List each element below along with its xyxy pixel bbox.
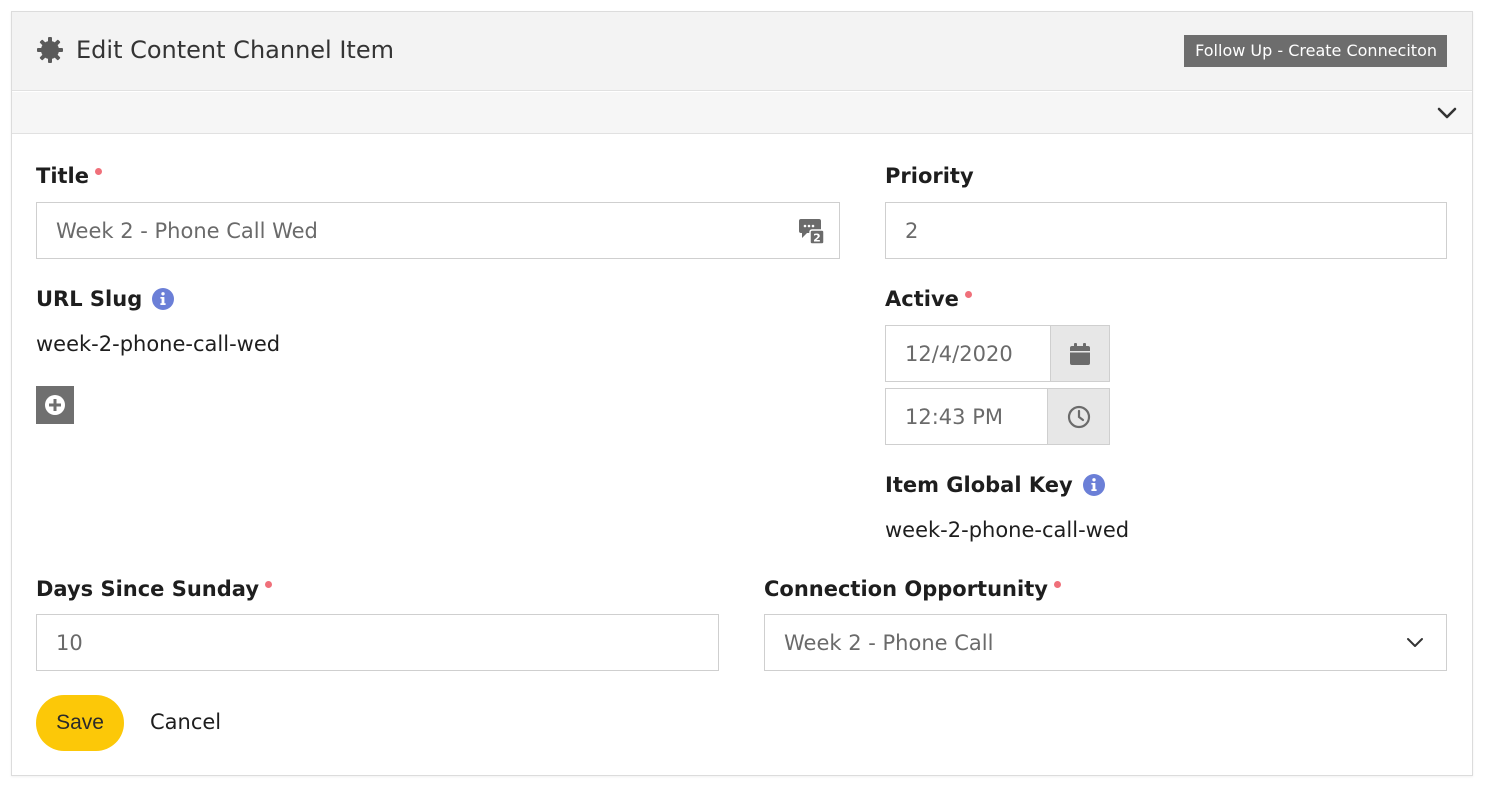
clock-icon <box>1067 405 1090 428</box>
calendar-icon <box>1070 342 1090 365</box>
chevron-down-icon <box>1437 107 1457 119</box>
active-date-input[interactable]: 12/4/2020 <box>885 325 1110 382</box>
gear-icon <box>36 36 64 64</box>
connection-opportunity-select[interactable]: Week 2 - Phone Call <box>764 614 1447 671</box>
active-label: Active <box>885 287 972 311</box>
save-button[interactable]: Save <box>36 695 124 751</box>
required-indicator <box>1053 580 1061 588</box>
add-url-slug-button[interactable] <box>36 386 74 424</box>
url-slug-label: URL Slug <box>36 287 175 311</box>
priority-input-value: 2 <box>905 218 919 243</box>
time-picker-button[interactable] <box>1047 388 1110 445</box>
connection-opportunity-label: Connection Opportunity <box>764 577 1061 601</box>
edit-content-channel-item-panel: Edit Content Channel Item Follow Up - Cr… <box>11 11 1473 776</box>
calendar-button[interactable] <box>1050 325 1110 382</box>
priority-label-text: Priority <box>885 164 974 188</box>
priority-input[interactable]: 2 <box>885 202 1447 259</box>
drawer-toggle-button[interactable] <box>1435 102 1459 124</box>
active-time-value: 12:43 PM <box>905 404 1003 429</box>
connection-opportunity-selected: Week 2 - Phone Call <box>784 630 994 655</box>
cancel-link[interactable]: Cancel <box>150 710 221 734</box>
required-indicator <box>964 290 972 298</box>
required-indicator <box>95 167 103 175</box>
title-label: Title <box>36 164 103 188</box>
active-time-input[interactable]: 12:43 PM <box>885 388 1110 445</box>
days-since-sunday-label: Days Since Sunday <box>36 577 273 601</box>
days-since-sunday-value: 10 <box>56 630 83 655</box>
days-since-sunday-input[interactable]: 10 <box>36 614 719 671</box>
panel-header: Edit Content Channel Item Follow Up - Cr… <box>12 12 1472 91</box>
svg-text:2: 2 <box>813 232 821 245</box>
url-slug-value: week-2-phone-call-wed <box>36 332 281 356</box>
panel-title-text: Edit Content Channel Item <box>76 36 394 64</box>
days-since-sunday-label-text: Days Since Sunday <box>36 577 260 601</box>
title-label-text: Title <box>36 164 90 188</box>
item-global-key-label-text: Item Global Key <box>885 473 1073 497</box>
item-global-key-label: Item Global Key <box>885 473 1105 497</box>
panel-drawer <box>12 92 1472 134</box>
active-date-value: 12/4/2020 <box>905 341 1013 366</box>
item-global-key-value: week-2-phone-call-wed <box>885 518 1130 542</box>
title-input-value: Week 2 - Phone Call Wed <box>56 218 318 243</box>
connection-opportunity-label-text: Connection Opportunity <box>764 577 1048 601</box>
info-icon[interactable] <box>152 288 175 310</box>
url-slug-label-text: URL Slug <box>36 287 143 311</box>
priority-label: Priority <box>885 164 974 188</box>
info-icon[interactable] <box>1082 474 1105 496</box>
sms-counter-icon: 2 <box>799 217 825 245</box>
chevron-down-icon <box>1407 638 1423 647</box>
channel-badge: Follow Up - Create Conneciton <box>1184 35 1447 67</box>
required-indicator <box>265 580 273 588</box>
panel-title: Edit Content Channel Item <box>36 36 394 64</box>
title-input[interactable]: Week 2 - Phone Call Wed 2 <box>36 202 840 259</box>
plus-circle-icon <box>45 395 65 415</box>
active-label-text: Active <box>885 287 959 311</box>
